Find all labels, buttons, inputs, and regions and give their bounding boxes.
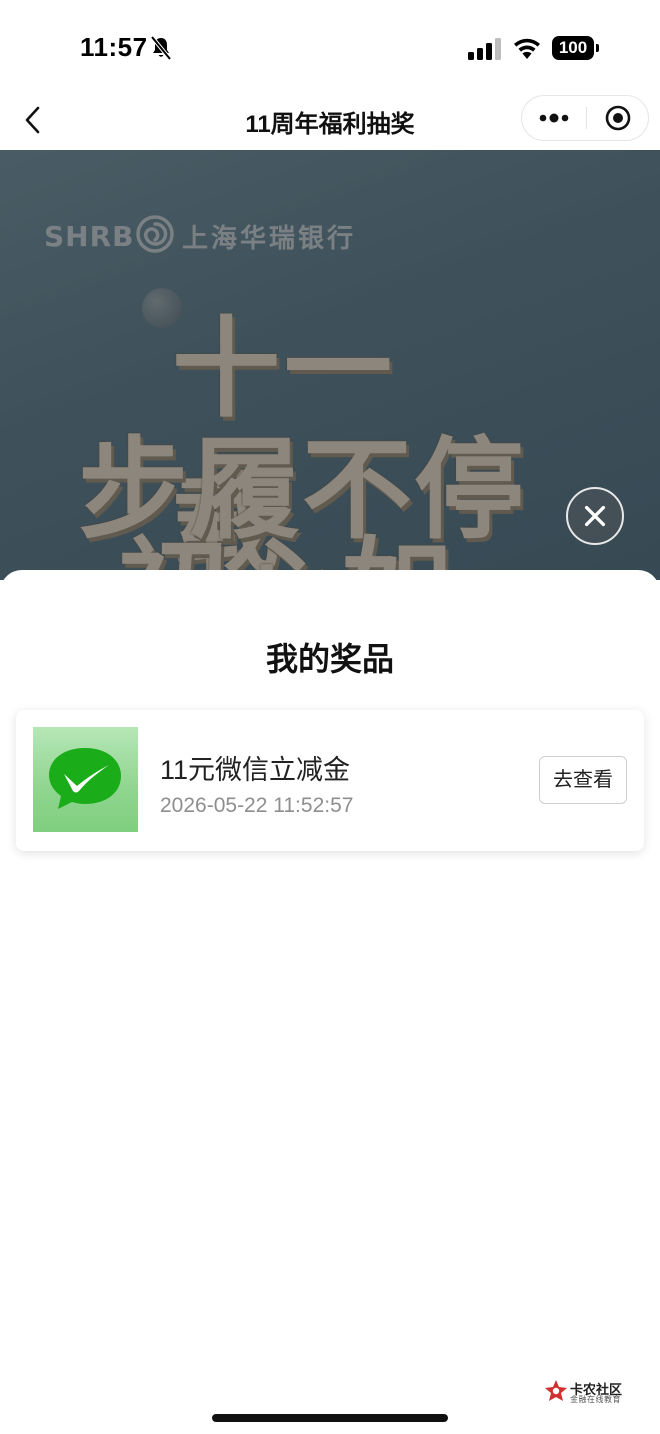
watermark: 卡农社区 金融在线教育 bbox=[544, 1379, 634, 1405]
miniprogram-capsule bbox=[521, 95, 649, 141]
more-dots-icon[interactable] bbox=[522, 96, 586, 140]
close-circle-icon[interactable] bbox=[566, 487, 624, 545]
back-arrow-icon[interactable] bbox=[18, 100, 52, 140]
prize-timestamp: 2026-05-22 11:52:57 bbox=[160, 794, 354, 817]
prize-name: 11元微信立减金 bbox=[160, 755, 351, 785]
prize-thumbnail bbox=[33, 727, 138, 832]
cellular-signal-icon bbox=[468, 38, 501, 60]
status-time: 11:57 bbox=[80, 32, 148, 62]
page-title: 11周年福利抽奖 bbox=[245, 111, 415, 138]
wifi-icon bbox=[514, 38, 540, 59]
nav-bar: 11周年福利抽奖 bbox=[0, 90, 660, 150]
miniprogram-close-icon[interactable] bbox=[587, 96, 649, 140]
battery-level: 100 bbox=[558, 38, 588, 57]
view-prize-button[interactable]: 去查看 bbox=[539, 756, 627, 804]
battery-indicator: 100 bbox=[552, 36, 600, 60]
prizes-sheet: 我的奖品 11元微信立减金 2026-05-22 11:52:57 去查看 bbox=[0, 570, 660, 1434]
screen: 11:57 100 11周年福利抽奖 SHRB 上海华瑞银行 十一载 步履不停 … bbox=[0, 0, 660, 1434]
wechat-pay-check-icon bbox=[49, 748, 121, 809]
home-indicator[interactable] bbox=[212, 1414, 448, 1422]
anniversary-banner: SHRB 上海华瑞银行 十一载 步履不停 初心如一 bbox=[0, 150, 660, 580]
prize-card: 11元微信立减金 2026-05-22 11:52:57 去查看 bbox=[16, 710, 644, 851]
bell-muted-icon bbox=[150, 36, 172, 60]
kanong-logo-icon bbox=[545, 1380, 567, 1401]
modal-overlay[interactable] bbox=[0, 150, 660, 580]
status-bar: 11:57 100 bbox=[0, 0, 660, 90]
watermark-subtitle: 金融在线教育 bbox=[570, 1395, 621, 1404]
sheet-title: 我的奖品 bbox=[265, 641, 394, 677]
